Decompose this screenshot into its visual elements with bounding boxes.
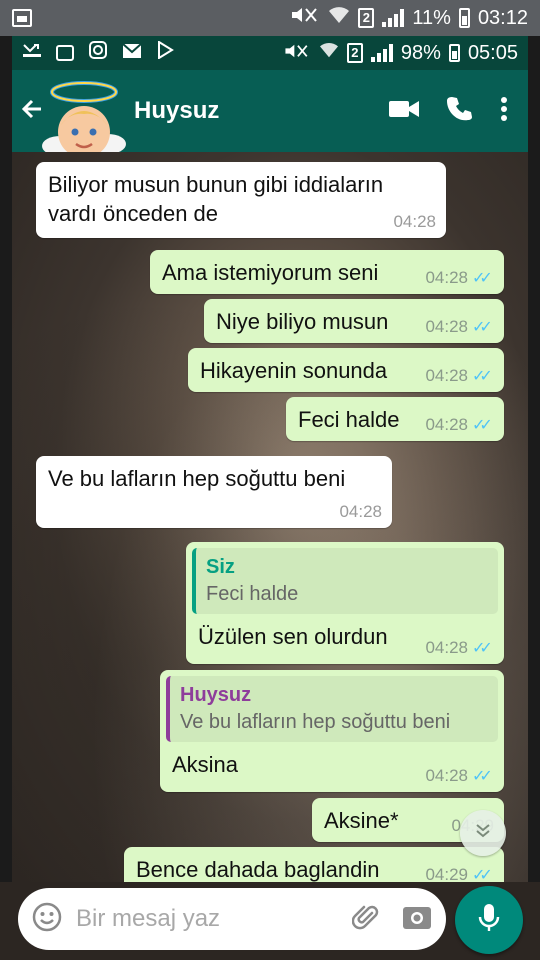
message-outgoing[interactable]: Bence dahada baglandin 04:29 ✓✓ bbox=[124, 847, 504, 882]
mute-icon bbox=[290, 6, 320, 30]
message-time: 04:28 bbox=[393, 212, 436, 231]
message-text: Ve bu lafların hep soğuttu beni bbox=[48, 466, 346, 491]
gallery-icon bbox=[56, 45, 74, 61]
quote-author: Huysuz bbox=[180, 684, 252, 706]
wifi-icon bbox=[319, 41, 339, 65]
read-ticks-icon: ✓✓ bbox=[472, 768, 493, 785]
battery-percent: 11% bbox=[412, 6, 451, 29]
microphone-icon bbox=[478, 903, 500, 938]
gallery-notification-icon bbox=[12, 9, 32, 27]
app-status-bar: 2 98% 05:05 bbox=[12, 36, 528, 70]
instagram-icon bbox=[88, 40, 108, 66]
signal-icon bbox=[370, 44, 393, 62]
message-outgoing-reply[interactable]: Siz Feci halde Üzülen sen olurdun 04:28 ✓… bbox=[186, 542, 504, 664]
read-ticks-icon: ✓✓ bbox=[472, 640, 493, 657]
message-placeholder: Bir mesaj yaz bbox=[76, 905, 221, 932]
message-time: 04:28 bbox=[339, 502, 382, 521]
wifi-icon bbox=[328, 5, 350, 31]
read-ticks-icon: ✓✓ bbox=[472, 368, 493, 385]
mute-icon bbox=[283, 42, 311, 65]
message-time: 04:28 bbox=[425, 268, 468, 287]
scroll-to-bottom-button[interactable] bbox=[460, 810, 506, 856]
emoji-icon[interactable] bbox=[32, 902, 62, 937]
message-incoming[interactable]: Ve bu lafların hep soğuttu beni 04:28 bbox=[36, 456, 392, 528]
microphone-button[interactable] bbox=[455, 886, 523, 954]
message-input[interactable]: Bir mesaj yaz bbox=[18, 888, 446, 950]
chat-area[interactable]: Biliyor musun bunun gibi iddiaların vard… bbox=[12, 152, 528, 882]
sim-indicator: 2 bbox=[358, 8, 375, 28]
quoted-message[interactable]: Huysuz Ve bu lafların hep soğuttu beni bbox=[166, 676, 498, 742]
message-time: 04:28 bbox=[425, 766, 468, 785]
read-ticks-icon: ✓✓ bbox=[472, 867, 493, 882]
clock: 03:12 bbox=[477, 6, 528, 29]
missed-call-icon bbox=[22, 41, 42, 65]
message-outgoing[interactable]: Ama istemiyorum seni 04:28 ✓✓ bbox=[150, 250, 504, 294]
quote-text: Feci halde bbox=[206, 583, 299, 605]
sim-indicator: 2 bbox=[346, 43, 363, 63]
message-time: 04:29 bbox=[425, 865, 468, 882]
read-ticks-icon: ✓✓ bbox=[472, 417, 493, 434]
message-outgoing[interactable]: Niye biliyo musun 04:28 ✓✓ bbox=[204, 299, 504, 343]
battery-percent: 98% bbox=[400, 41, 441, 64]
message-text: Biliyor musun bunun gibi iddiaların bbox=[48, 172, 384, 197]
message-time: 04:28 bbox=[425, 415, 468, 434]
read-ticks-icon: ✓✓ bbox=[472, 270, 493, 287]
quoted-message[interactable]: Siz Feci halde bbox=[192, 548, 498, 614]
device-status-bar: 2 11% 03:12 bbox=[0, 0, 540, 36]
mail-icon bbox=[122, 42, 142, 65]
clock: 05:05 bbox=[467, 41, 518, 64]
message-outgoing-reply[interactable]: Huysuz Ve bu lafların hep soğuttu beni A… bbox=[160, 670, 504, 792]
signal-icon bbox=[382, 9, 405, 27]
more-vert-icon[interactable] bbox=[500, 96, 508, 127]
double-chevron-down-icon bbox=[473, 821, 493, 846]
message-time: 04:28 bbox=[425, 317, 468, 336]
message-outgoing[interactable]: Hikayenin sonunda 04:28 ✓✓ bbox=[188, 348, 504, 392]
video-call-icon[interactable] bbox=[388, 99, 420, 124]
quote-text: Ve bu lafların hep soğuttu beni bbox=[180, 711, 451, 733]
contact-name[interactable]: Huysuz bbox=[134, 97, 219, 125]
message-time: 04:28 bbox=[425, 638, 468, 657]
battery-icon bbox=[458, 8, 470, 28]
message-incoming[interactable]: Biliyor musun bunun gibi iddiaların vard… bbox=[36, 162, 446, 238]
paperclip-icon[interactable] bbox=[351, 903, 380, 936]
message-time: 04:28 bbox=[425, 366, 468, 385]
chat-header: Huysuz bbox=[12, 70, 528, 158]
message-text: vardı önceden de bbox=[48, 201, 219, 226]
battery-icon bbox=[448, 44, 460, 62]
message-outgoing[interactable]: Feci halde 04:28 ✓✓ bbox=[286, 397, 504, 441]
phone-icon[interactable] bbox=[446, 95, 474, 128]
read-ticks-icon: ✓✓ bbox=[472, 319, 493, 336]
play-store-icon bbox=[156, 40, 174, 65]
camera-icon[interactable] bbox=[402, 904, 432, 935]
quote-author: Siz bbox=[206, 556, 235, 578]
